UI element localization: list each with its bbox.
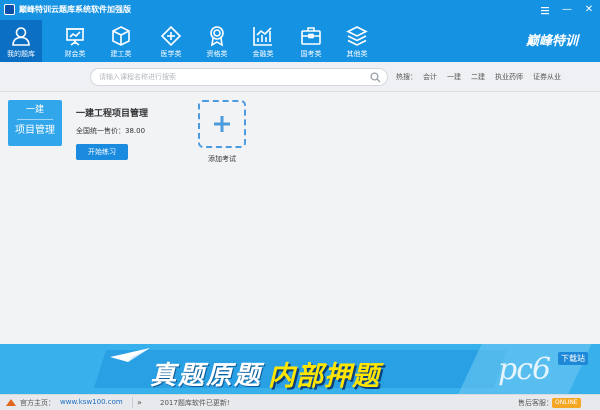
home-icon [6,399,16,406]
start-practice-button[interactable]: 开始练习 [76,144,128,160]
watermark-text: pc6 [498,352,551,387]
hot-link-second-constructor[interactable]: 二建 [471,72,485,82]
bar-chart-icon [251,25,275,47]
minimize-button[interactable]: — [556,0,578,20]
exam-cover-line2: 项目管理 [15,125,55,136]
hot-link-pharmacist[interactable]: 执业药师 [495,72,523,82]
nav-label: 财会类 [64,50,86,58]
medical-cross-icon [159,25,183,47]
status-footer: 官方主页： www.ksw100.com » 2017题库软件已更新! 售后客服… [0,394,600,410]
title-bar: 巅峰特训云题库系统软件加强版 — ✕ [0,0,600,20]
hot-link-accounting[interactable]: 会计 [423,72,437,82]
nav-label: 资格类 [206,50,228,58]
update-notice[interactable]: 2017题库软件已更新! [160,398,230,408]
brand-logo: 巅峰特训 [525,34,578,49]
search-input[interactable] [99,71,361,83]
layers-icon [345,25,369,47]
main-content: 一建 项目管理 一建工程项目管理 全国统一售价：38.00 开始练习 添加考试 [0,92,600,344]
user-icon [9,25,33,47]
double-chevron-icon: » [137,398,142,407]
nav-label: 金融类 [252,50,274,58]
nav-item-qualification[interactable]: 资格类 [196,20,238,62]
award-badge-icon [205,25,229,47]
presentation-board-icon [63,25,87,47]
menu-icon[interactable] [534,0,556,20]
exam-cover-line1: 一建 [25,105,44,115]
banner-slogan: 真题原题 内部押题 [150,354,380,393]
paper-plane-icon [110,348,150,362]
nav-item-construction[interactable]: 建工类 [100,20,142,62]
nav-item-my-library[interactable]: 我的题库 [0,20,42,62]
hot-search: 热搜： 会计 一建 二建 执业药师 证券从业 [396,72,571,82]
add-exam-button[interactable] [198,100,246,148]
official-site-label: 官方主页： [20,399,55,407]
close-button[interactable]: ✕ [578,0,600,20]
banner-text-white: 真题原题 [150,361,263,391]
search-icon[interactable] [370,72,381,83]
app-logo-icon [4,4,15,15]
support-label: 售后客服： [518,399,553,407]
category-nav: 我的题库 财会类 建工类 医学类 资格类 金融类 国考类 其他类 [0,20,600,62]
nav-label: 国考类 [300,50,322,58]
watermark-badge: 下载站 [558,352,588,365]
search-box [90,68,388,86]
footer-divider [132,397,133,408]
nav-label: 医学类 [160,50,182,58]
hot-link-securities[interactable]: 证券从业 [533,72,561,82]
nav-item-medical[interactable]: 医学类 [150,20,192,62]
nav-item-other[interactable]: 其他类 [336,20,378,62]
hot-search-label: 热搜： [396,73,417,81]
banner-text-yellow: 内部押题 [268,361,381,392]
nav-item-civil-service[interactable]: 国考类 [290,20,332,62]
nav-label: 建工类 [110,50,132,58]
nav-item-accounting[interactable]: 财会类 [54,20,96,62]
exam-price: 全国统一售价：38.00 [76,127,146,135]
site-watermark: pc6 下载站 [498,350,590,394]
plus-icon [214,116,230,132]
window-title: 巅峰特训云题库系统软件加强版 [19,5,131,14]
online-support-badge[interactable]: ONLINE [552,398,581,408]
exam-title: 一建工程项目管理 [76,109,149,119]
official-site-link[interactable]: www.ksw100.com [60,398,123,406]
search-row: 热搜： 会计 一建 二建 执业药师 证券从业 [0,62,600,92]
add-exam-label: 添加考试 [208,155,236,163]
nav-label: 我的题库 [7,50,35,58]
exam-cover[interactable]: 一建 项目管理 [8,100,62,146]
cube-icon [109,25,133,47]
window-controls: — ✕ [534,0,600,20]
briefcase-icon [299,25,323,47]
nav-item-finance[interactable]: 金融类 [242,20,284,62]
hot-link-first-constructor[interactable]: 一建 [447,72,461,82]
nav-label: 其他类 [346,50,368,58]
exam-cover-divider [17,119,53,120]
